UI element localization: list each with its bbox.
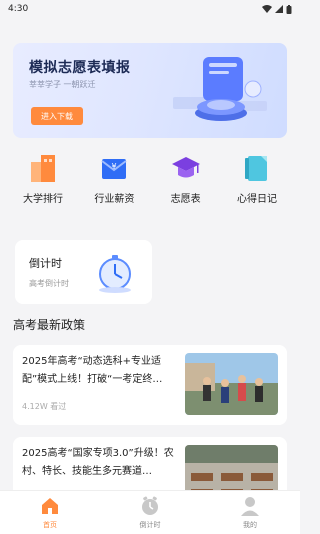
- user-icon: [241, 497, 259, 516]
- tab-countdown[interactable]: 倒计时: [100, 491, 200, 534]
- news-card[interactable]: 2025年高考“动态选科+专业适配”模式上线！打破“一考定终… 4.12W 看过: [13, 345, 287, 425]
- news-views: 4.12W 看过: [22, 402, 67, 411]
- status-time: 4:30: [8, 4, 29, 14]
- diary-book-icon: [244, 156, 267, 181]
- bottom-tab-bar: 首页 倒计时 我的: [0, 490, 300, 534]
- tab-profile[interactable]: 我的: [200, 491, 300, 534]
- nav-label-industry-salary: 行业薪资: [94, 194, 135, 205]
- download-button[interactable]: 进入下载: [31, 107, 83, 125]
- news-title: 2025高考“国家专项3.0”升级！农村、特长、技能生多元赛道…: [22, 448, 174, 477]
- stopwatch-icon: [99, 255, 131, 293]
- tab-label-home: 首页: [43, 521, 57, 529]
- tab-label-countdown: 倒计时: [139, 521, 161, 529]
- volunteer-form-illustration-icon: [173, 57, 267, 121]
- banner-title: 模拟志愿表填报: [29, 60, 131, 76]
- countdown-card[interactable]: 倒计时 高考倒计时: [15, 240, 152, 304]
- section-title-policy: 高考最新政策: [13, 318, 86, 332]
- countdown-title: 倒计时: [29, 257, 62, 270]
- nav-university-ranking[interactable]: 大学排行: [8, 152, 78, 214]
- promo-banner[interactable]: 模拟志愿表填报 莘莘学子 一朝跃迁 进入下载: [13, 43, 287, 138]
- countdown-subtitle: 高考倒计时: [29, 279, 69, 288]
- nav-diary[interactable]: 心得日记: [222, 152, 292, 214]
- clock-icon: [142, 496, 158, 515]
- battery-icon: [286, 4, 292, 14]
- nav-label-volunteer-form: 志愿表: [170, 194, 201, 205]
- news-card[interactable]: 2025高考“国家专项3.0”升级！农村、特长、技能生多元赛道…: [13, 437, 287, 497]
- nav-volunteer-form[interactable]: 志愿表: [151, 152, 221, 214]
- nav-label-university-ranking: 大学排行: [23, 194, 63, 205]
- signal-icon: [275, 5, 283, 13]
- salary-card-icon: ¥: [101, 159, 127, 179]
- wifi-icon: [262, 5, 272, 13]
- tab-label-profile: 我的: [243, 521, 257, 529]
- building-icon: [31, 155, 55, 182]
- news-title: 2025年高考“动态选科+专业适配”模式上线！打破“一考定终…: [22, 356, 163, 385]
- status-icons: [262, 4, 292, 14]
- status-bar: 4:30: [0, 0, 300, 18]
- tab-home[interactable]: 首页: [0, 491, 100, 534]
- graduation-cap-icon: [171, 157, 200, 178]
- news-thumbnail: [185, 353, 278, 415]
- quick-nav: 大学排行 ¥ 行业薪资 志愿表 心得日记: [8, 152, 292, 214]
- home-icon: [42, 498, 58, 514]
- svg-text:¥: ¥: [112, 162, 117, 171]
- banner-subtitle: 莘莘学子 一朝跃迁: [29, 80, 96, 89]
- nav-label-diary: 心得日记: [236, 194, 277, 205]
- nav-industry-salary[interactable]: ¥ 行业薪资: [79, 152, 149, 214]
